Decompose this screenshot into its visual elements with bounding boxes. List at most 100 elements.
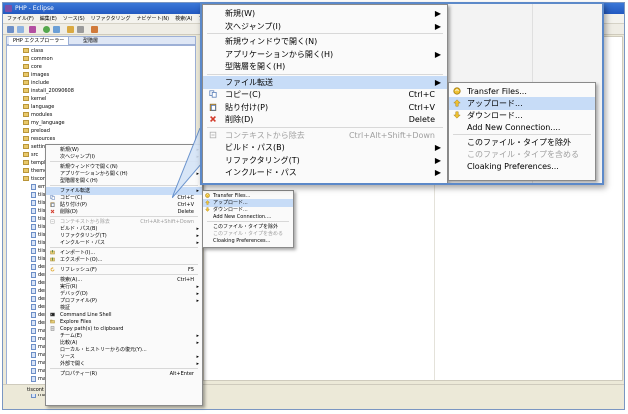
menu-0[interactable]: ファイル(F): [7, 14, 34, 23]
submenu-arrow-icon: ▶: [434, 77, 441, 87]
tree-folder[interactable]: class: [23, 47, 43, 55]
tree-folder[interactable]: install_20090608: [23, 87, 74, 95]
tree-folder-label: common: [31, 56, 53, 62]
menu-5[interactable]: 検索(A): [175, 14, 192, 23]
menu-item[interactable]: コピー(C) Ctrl+C: [203, 88, 447, 101]
menu-item[interactable]: インクルード・パス ▸: [46, 239, 202, 247]
php-file-icon: [31, 367, 36, 374]
menu-1[interactable]: 編集(E): [40, 14, 57, 23]
menu-item[interactable]: 外部で開く ▸: [46, 360, 202, 368]
submenu-arrow-icon: ▶: [434, 49, 441, 59]
tools-icon[interactable]: [91, 26, 98, 33]
menu-item[interactable]: 次へジャンプ(I) ▶: [203, 20, 447, 33]
menu-item-label: ファイル転送: [225, 77, 273, 87]
menu-item[interactable]: Cloaking Preferences...: [203, 237, 293, 245]
menu-item-label: 新規ウィンドウで開く(N): [225, 37, 318, 46]
menu-item[interactable]: 新規ウィンドウで開く(N): [203, 35, 447, 48]
menu-item-label: Cloaking Preferences...: [213, 238, 271, 244]
menu-item[interactable]: 削除(D) Delete: [46, 208, 202, 216]
menu-item-label: インクルード・パス: [225, 168, 297, 177]
tree-folder[interactable]: kernel: [23, 95, 46, 103]
menu-item[interactable]: 貼り付け(P) Ctrl+V: [203, 101, 447, 114]
menu-3[interactable]: リファクタリング: [91, 14, 131, 23]
php-file-icon: [31, 327, 36, 334]
menu-item[interactable]: インクルード・パス ▶: [203, 166, 447, 179]
tab-type-hierarchy[interactable]: 型階層: [79, 37, 102, 45]
tree-folder[interactable]: common: [23, 55, 53, 63]
submenu-arrow-icon: ▶: [434, 21, 441, 31]
tree-folder-label: kernel: [31, 96, 47, 102]
tree-folder-label: install_20090608: [31, 88, 74, 94]
tree-folder[interactable]: images: [23, 71, 49, 79]
menu-item[interactable]: Add New Connection....: [203, 213, 293, 221]
menu-item-label: エクスポート(O)...: [60, 257, 103, 263]
paste-icon: [50, 202, 55, 207]
menu-item-label: 型階層を開く(H): [60, 178, 98, 184]
folder-icon: [23, 48, 29, 53]
copy-icon: [50, 195, 55, 200]
menu-item-label: Add New Connection....: [213, 214, 272, 220]
tree-folder-label: my_language: [31, 120, 65, 126]
delete-icon: [210, 116, 216, 123]
tree-folder[interactable]: core: [23, 63, 42, 71]
debug-icon[interactable]: [53, 26, 60, 33]
tree-folder[interactable]: include: [23, 79, 49, 87]
folder-icon: [23, 152, 29, 157]
menu-separator: [50, 264, 198, 265]
menu-item-label: Cloaking Preferences...: [467, 162, 559, 171]
menu-item[interactable]: エクスポート(O)...: [46, 256, 202, 264]
menu-item-label: 削除(D): [225, 115, 254, 124]
menu-separator: [50, 274, 198, 275]
folder-icon: [23, 136, 29, 141]
menu-2[interactable]: ソース(S): [63, 14, 85, 23]
php-file-icon: [31, 231, 36, 238]
menu-item[interactable]: 新規(W) ▶: [203, 7, 447, 20]
tree-folder[interactable]: modules: [23, 111, 52, 119]
new-icon[interactable]: [7, 26, 14, 33]
tree-folder[interactable]: my_language: [23, 119, 65, 127]
tree-folder[interactable]: preload: [23, 127, 50, 135]
menu-item[interactable]: ファイル転送 ▶: [203, 75, 447, 89]
run-icon[interactable]: [43, 26, 50, 33]
open-type-icon[interactable]: [67, 26, 74, 33]
php-file-icon: [31, 343, 36, 350]
tree-folder[interactable]: src: [23, 151, 38, 159]
menu-item[interactable]: 型階層を開く(H): [203, 60, 447, 73]
tree-folder[interactable]: resources: [23, 135, 55, 143]
export-icon: [50, 257, 55, 262]
tree-folder-label: include: [31, 80, 50, 86]
menu-item-label: 型階層を開く(H): [225, 62, 286, 71]
php-icon[interactable]: [29, 26, 36, 33]
php-file-icon: [31, 199, 36, 206]
menu-item[interactable]: リフレッシュ(F) F5: [46, 266, 202, 274]
menu-item[interactable]: Add New Connection....: [449, 121, 595, 134]
php-file-icon: [31, 247, 36, 254]
menu-separator: [453, 134, 591, 135]
menu-item-shortcut: Ctrl+V: [408, 102, 435, 112]
menu-4[interactable]: ナビゲート(N): [136, 14, 169, 23]
search-icon[interactable]: [77, 26, 84, 33]
tree-folder-label: class: [31, 48, 44, 54]
menu-item[interactable]: プロパティー(R) Alt+Enter: [46, 370, 202, 378]
import-icon: [50, 250, 55, 255]
menu-item-label: 次へジャンプ(I): [225, 21, 281, 31]
menu-item[interactable]: アプリケーションから開く(H) ▶: [203, 48, 447, 61]
php-file-icon: [31, 303, 36, 310]
menu-item[interactable]: ビルド・パス(B) ▶: [203, 141, 447, 154]
menu-item[interactable]: Cloaking Preferences...: [449, 160, 595, 173]
tab-php-explorer[interactable]: PHP エクスプローラー: [9, 37, 70, 45]
menu-separator: [207, 33, 443, 34]
tree-folder-label: resources: [31, 136, 56, 142]
folder-icon: [23, 56, 29, 61]
menu-item[interactable]: リファクタリング(T) ▶: [203, 154, 447, 167]
submenu-arrow-icon: ▶: [434, 168, 441, 177]
folder-icon: [23, 112, 29, 117]
tree-folder[interactable]: language: [23, 103, 54, 111]
menu-item[interactable]: 削除(D) Delete: [203, 113, 447, 126]
php-file-icon: [31, 375, 36, 382]
php-file-icon: [31, 271, 36, 278]
context-menu-zoomed: 新規(W) ▶ 次へジャンプ(I) ▶ 新規ウィンドウで開く(N) アプリケーションから開…: [202, 4, 448, 183]
save-icon[interactable]: [17, 26, 24, 33]
submenu-arrow-icon: ▶: [434, 155, 441, 165]
folder-icon: [23, 160, 29, 165]
